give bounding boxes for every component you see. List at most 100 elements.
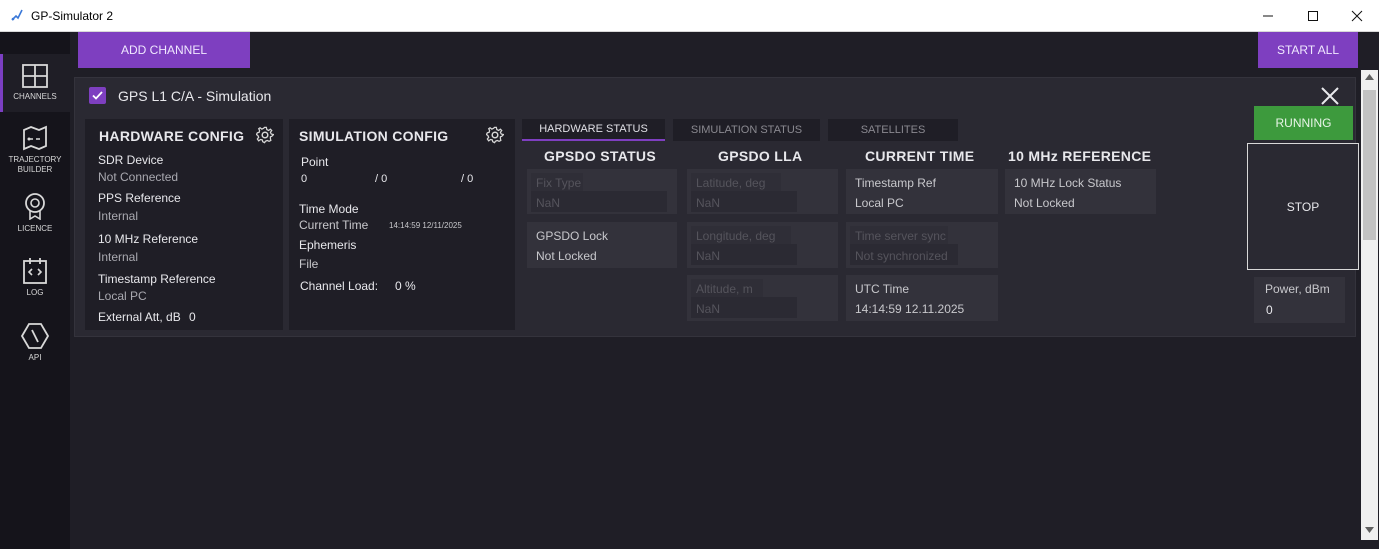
time-mode-label: Time Mode <box>299 202 359 216</box>
latitude-stat: Latitude, deg NaN <box>687 169 838 214</box>
longitude-value: NaN <box>696 249 721 263</box>
pps-reference-value: Internal <box>98 209 139 223</box>
minimize-icon <box>1263 15 1273 17</box>
point-value-3: / 0 <box>461 173 474 185</box>
tab-satellites[interactable]: SATELLITES <box>828 119 958 141</box>
simulation-config-title: SIMULATION CONFIG <box>299 128 449 144</box>
sidebar-item-label: TRAJECTORY BUILDER <box>8 155 62 174</box>
app-logo-icon <box>11 9 23 21</box>
timestamp-reference-value: Local PC <box>98 289 147 303</box>
stop-button[interactable]: STOP <box>1247 143 1359 270</box>
mhz-lock-stat: 10 MHz Lock Status Not Locked <box>1005 169 1156 214</box>
timestamp-reference-label: Timestamp Reference <box>98 272 216 286</box>
scroll-up-icon[interactable] <box>1365 74 1374 80</box>
altitude-value: NaN <box>696 302 721 316</box>
gpsdo-status-title: GPSDO STATUS <box>544 148 656 164</box>
maximize-button[interactable] <box>1290 0 1336 32</box>
licence-icon <box>25 193 45 220</box>
current-time-title: CURRENT TIME <box>865 148 975 164</box>
point-label: Point <box>301 155 329 169</box>
timestamp-ref-label: Timestamp Ref <box>855 176 936 190</box>
ephemeris-value: File <box>299 257 319 271</box>
sdr-device-label: SDR Device <box>98 153 164 167</box>
channel-checkbox[interactable] <box>89 87 106 104</box>
scroll-thumb[interactable] <box>1363 90 1376 240</box>
tab-simulation-status[interactable]: SIMULATION STATUS <box>673 119 820 141</box>
time-server-sync-stat: Time server sync Not synchronized <box>846 222 998 268</box>
close-window-button[interactable] <box>1334 0 1379 32</box>
altitude-label: Altitude, m <box>696 282 753 296</box>
start-all-button[interactable]: START ALL <box>1258 32 1358 68</box>
sidebar-item-licence[interactable]: LICENCE <box>0 192 70 240</box>
checkmark-icon <box>92 91 103 100</box>
sidebar-item-label: LOG <box>26 288 44 297</box>
mhz-reference-value: Internal <box>98 250 139 264</box>
altitude-stat: Altitude, m NaN <box>687 275 838 321</box>
pps-reference-label: PPS Reference <box>98 191 181 205</box>
close-icon <box>1351 10 1363 22</box>
title-bar: GP-Simulator 2 <box>0 0 1379 32</box>
log-icon <box>23 258 47 284</box>
external-att-label: External Att, dB <box>98 310 181 324</box>
point-value-2: / 0 <box>375 173 388 185</box>
mhz-lock-value: Not Locked <box>1014 196 1075 210</box>
sdr-device-value: Not Connected <box>98 170 179 184</box>
channel-panel: GPS L1 C/A - Simulation HARDWARE CONFIG … <box>74 77 1356 337</box>
timestamp-ref-stat: Timestamp Ref Local PC <box>846 169 998 214</box>
trajectory-icon <box>23 125 47 151</box>
timestamp-ref-value: Local PC <box>855 196 904 210</box>
time-mode-time: 14:14:59 12/11/2025 <box>389 221 462 230</box>
gpsdo-lock-value: Not Locked <box>536 249 597 263</box>
time-server-sync-label: Time server sync <box>855 229 946 243</box>
utc-time-stat: UTC Time 14:14:59 12.11.2025 <box>846 275 998 321</box>
external-att-value: 0 <box>189 310 196 324</box>
channel-load-value: 0 % <box>395 279 416 293</box>
window-title: GP-Simulator 2 <box>31 9 114 23</box>
channel-load-label: Channel Load: <box>300 279 379 293</box>
longitude-label: Longitude, deg <box>696 229 776 243</box>
hardware-config-title: HARDWARE CONFIG <box>99 128 245 144</box>
hardware-config-gear-icon[interactable] <box>256 126 274 144</box>
fix-type-stat: Fix Type NaN <box>527 169 677 214</box>
sidebar-item-api[interactable]: API <box>0 323 70 369</box>
add-channel-button[interactable]: ADD CHANNEL <box>78 32 250 68</box>
latitude-label: Latitude, deg <box>696 176 766 190</box>
gpsdo-lock-stat: GPSDO Lock Not Locked <box>527 222 677 268</box>
channels-icon <box>22 64 48 88</box>
utc-time-value: 14:14:59 12.11.2025 <box>855 302 965 316</box>
sidebar-item-label: CHANNELS <box>13 92 57 101</box>
utc-time-label: UTC Time <box>855 282 909 296</box>
api-icon <box>21 323 49 349</box>
tab-hardware-status[interactable]: HARDWARE STATUS <box>522 119 665 141</box>
sidebar-item-label: API <box>28 353 42 362</box>
simulation-config-card: SIMULATION CONFIG Point 0 / 0 / 0 Time M… <box>289 119 515 330</box>
scroll-down-icon[interactable] <box>1365 527 1374 533</box>
fix-type-label: Fix Type <box>536 176 582 190</box>
simulation-config-gear-icon[interactable] <box>486 126 504 144</box>
sidebar-item-label: LICENCE <box>17 224 53 233</box>
longitude-stat: Longitude, deg NaN <box>687 222 838 268</box>
channel-title: GPS L1 C/A - Simulation <box>118 88 272 104</box>
ref-10mhz-title: 10 MHz REFERENCE <box>1008 148 1152 164</box>
sidebar-item-log[interactable]: LOG <box>0 258 70 304</box>
minimize-button[interactable] <box>1245 0 1291 32</box>
gpsdo-lock-label: GPSDO Lock <box>536 229 609 243</box>
sidebar-item-channels[interactable]: CHANNELS <box>0 54 70 112</box>
power-stat: Power, dBm 0 <box>1254 277 1345 323</box>
running-status-button[interactable]: RUNNING <box>1254 106 1353 140</box>
gpsdo-lla-title: GPSDO LLA <box>718 148 803 164</box>
latitude-value: NaN <box>696 196 721 210</box>
time-mode-value: Current Time <box>299 218 369 232</box>
sidebar-item-trajectory-builder[interactable]: TRAJECTORY BUILDER <box>0 125 70 183</box>
ephemeris-label: Ephemeris <box>299 238 357 252</box>
fix-type-value: NaN <box>536 196 561 210</box>
mhz-reference-label: 10 MHz Reference <box>98 232 199 246</box>
time-server-sync-value: Not synchronized <box>855 249 948 263</box>
sidebar: CHANNELS TRAJECTORY BUILDER LICENCE LOG <box>0 32 70 549</box>
power-value: 0 <box>1266 303 1273 317</box>
maximize-icon <box>1308 11 1318 21</box>
power-label: Power, dBm <box>1265 282 1330 296</box>
channel-close-icon[interactable] <box>1320 86 1340 106</box>
point-value-1: 0 <box>301 173 308 185</box>
hardware-config-card: HARDWARE CONFIG SDR Device Not Connected… <box>85 119 283 330</box>
